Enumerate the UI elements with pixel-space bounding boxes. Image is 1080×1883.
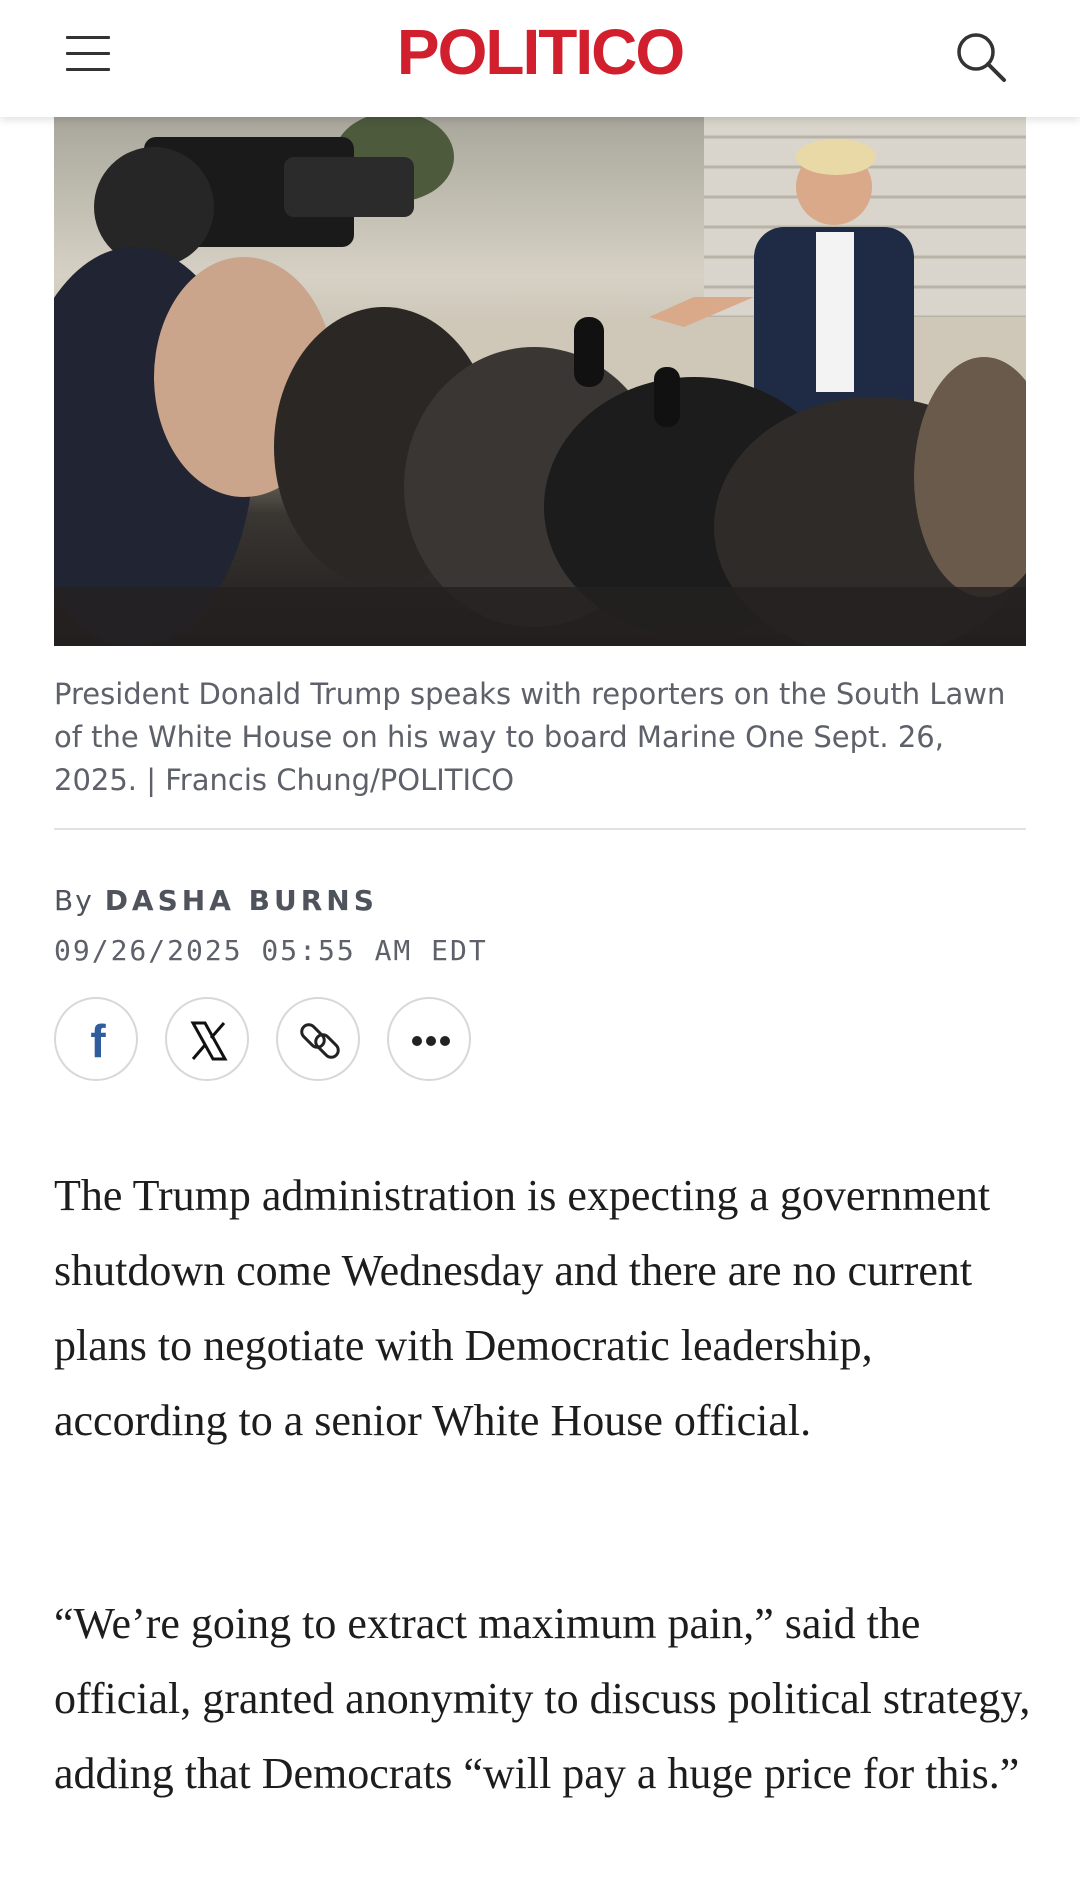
byline: By DASHA BURNS — [54, 884, 378, 917]
politico-logo[interactable]: POLITICO — [0, 12, 1080, 92]
article-paragraph: “We’re going to extract maximum pain,” s… — [54, 1599, 1031, 1798]
share-more-button[interactable] — [387, 997, 471, 1081]
facebook-icon: f — [90, 1015, 106, 1067]
more-icon — [412, 1036, 450, 1046]
divider — [54, 828, 1026, 830]
photo-caption: President Donald Trump speaks with repor… — [54, 677, 1006, 797]
share-facebook-button[interactable]: f — [54, 997, 138, 1081]
share-x-button[interactable] — [165, 997, 249, 1081]
article-paragraph: The Trump administration is expecting a … — [54, 1171, 991, 1445]
article-photo — [54, 117, 1026, 646]
share-link-button[interactable] — [276, 997, 360, 1081]
link-icon — [300, 1023, 340, 1059]
search-icon[interactable] — [952, 28, 1008, 84]
site-header: POLITICO — [0, 0, 1080, 117]
author-link[interactable]: DASHA BURNS — [105, 884, 378, 917]
byline-prefix: By — [54, 884, 94, 917]
x-icon — [190, 1021, 228, 1061]
svg-text:f: f — [90, 1015, 106, 1067]
publish-timestamp: 09/26/2025 05:55 AM EDT — [54, 934, 488, 967]
